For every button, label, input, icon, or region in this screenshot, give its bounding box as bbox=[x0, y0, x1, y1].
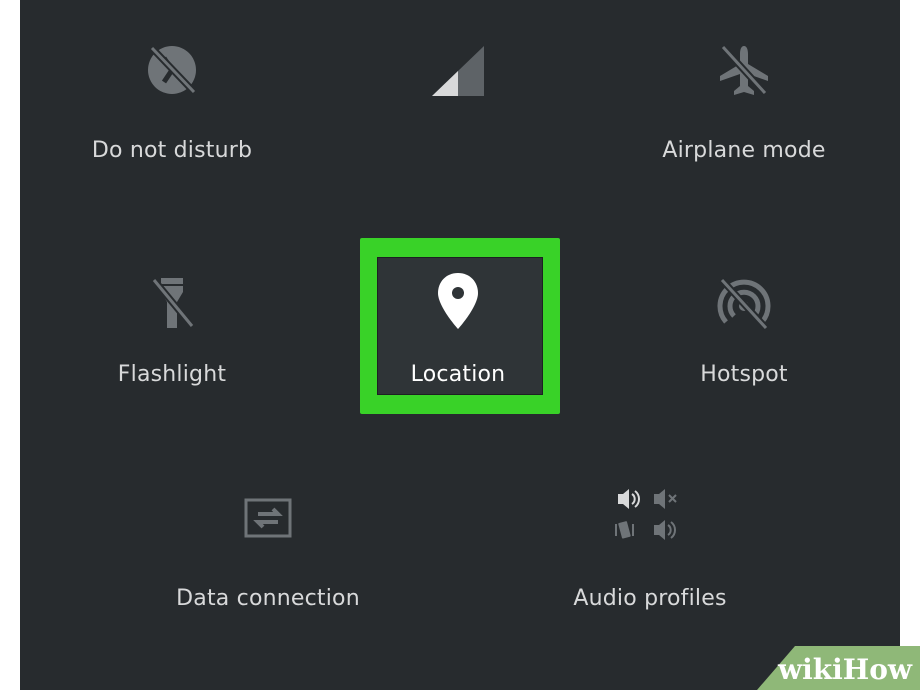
watermark-text: wikiHow bbox=[777, 653, 912, 686]
tile-hotspot[interactable]: Hotspot bbox=[624, 262, 864, 412]
tile-airplane-mode[interactable]: Airplane mode bbox=[624, 30, 864, 180]
hotspot-label: Hotspot bbox=[700, 362, 788, 387]
tile-flashlight[interactable]: Flashlight bbox=[52, 262, 292, 412]
do-not-disturb-off-icon bbox=[52, 30, 292, 110]
hotspot-off-icon bbox=[624, 262, 864, 342]
airplane-off-icon bbox=[624, 30, 864, 110]
flashlight-label: Flashlight bbox=[117, 362, 227, 387]
tile-cell-signal[interactable] bbox=[338, 30, 578, 180]
wikihow-watermark: wikiHow bbox=[735, 646, 920, 690]
tile-location[interactable]: Location bbox=[338, 262, 578, 412]
data-connection-label: Data connection bbox=[176, 586, 360, 611]
tile-audio-profiles[interactable]: Audio profiles bbox=[530, 478, 770, 628]
tile-data-connection[interactable]: Data connection bbox=[148, 478, 388, 628]
cell-signal-icon bbox=[338, 30, 578, 110]
flashlight-off-icon bbox=[52, 262, 292, 342]
audio-profiles-icon bbox=[530, 478, 770, 558]
audio-profiles-label: Audio profiles bbox=[573, 586, 727, 611]
location-label: Location bbox=[410, 362, 506, 387]
airplane-mode-label: Airplane mode bbox=[662, 138, 826, 163]
tile-do-not-disturb[interactable]: Do not disturb bbox=[52, 30, 292, 180]
location-pin-icon bbox=[338, 262, 578, 342]
do-not-disturb-label: Do not disturb bbox=[91, 138, 253, 163]
data-transfer-icon bbox=[148, 478, 388, 558]
